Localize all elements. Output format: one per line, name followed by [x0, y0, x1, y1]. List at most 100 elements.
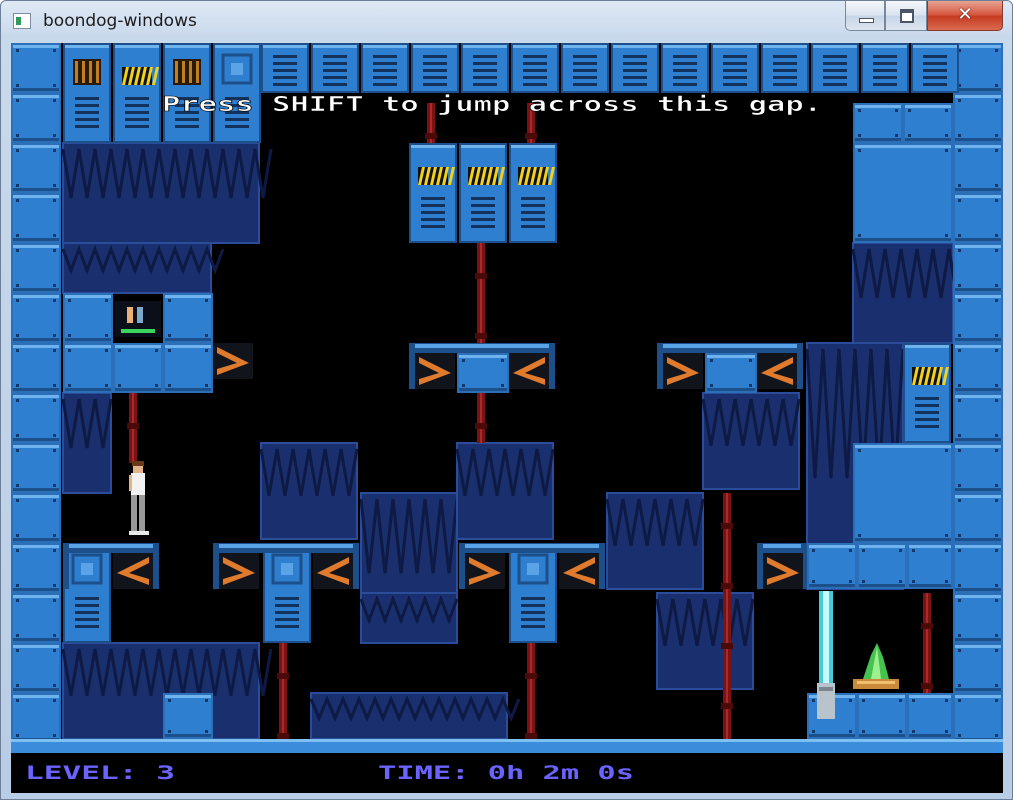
game-level: Press SHIFT to jump across this gap. LEV…	[11, 43, 1003, 793]
left-wall-plate	[11, 193, 61, 243]
left-wall-plate	[11, 443, 61, 493]
metal-plate	[853, 103, 903, 143]
ceiling-vent	[361, 43, 409, 93]
left-wall-plate	[11, 43, 61, 93]
dark-panel	[61, 242, 225, 294]
orange-bracket	[757, 353, 797, 389]
metal-plate	[907, 543, 953, 589]
metal-plate	[63, 343, 113, 393]
game-viewport[interactable]: Press SHIFT to jump across this gap. LEV…	[11, 43, 1003, 793]
orange-bracket	[219, 553, 259, 589]
metal-plate	[807, 543, 857, 589]
dark-panel	[309, 692, 521, 740]
left-wall-plate	[11, 293, 61, 343]
close-icon: ✕	[957, 4, 973, 25]
laser-emitter	[817, 591, 835, 719]
ceiling-vent	[811, 43, 859, 93]
right-wall-plate	[953, 43, 1003, 93]
right-wall-plate	[953, 693, 1003, 743]
ceiling-vent	[861, 43, 909, 93]
ceiling-vent	[761, 43, 809, 93]
orange-bracket	[559, 553, 599, 589]
right-wall-plate	[953, 93, 1003, 143]
dark-panel	[455, 442, 555, 540]
dark-panel	[701, 392, 801, 490]
ceiling-vent	[461, 43, 509, 93]
left-wall-plate	[11, 393, 61, 443]
orange-bracket	[465, 553, 505, 589]
left-wall-plate	[11, 493, 61, 543]
left-wall-plate	[11, 643, 61, 693]
right-wall-plate	[953, 143, 1003, 193]
metal-plate	[163, 693, 213, 739]
metal-plate	[857, 693, 907, 739]
title-bar[interactable]: boondog-windows ✕	[1, 1, 1012, 43]
left-wall-plate	[11, 593, 61, 643]
right-wall-plate	[953, 193, 1003, 243]
right-wall-plate	[953, 643, 1003, 693]
metal-plate	[705, 353, 757, 393]
wall-locker	[509, 143, 557, 243]
orange-bracket	[415, 353, 455, 389]
wall-locker	[409, 143, 457, 243]
ceiling-vent	[511, 43, 559, 93]
time-indicator: TIME: 0h 2m 0s	[378, 762, 634, 784]
maximize-button[interactable]	[885, 1, 927, 31]
orange-bracket	[509, 353, 549, 389]
close-button[interactable]: ✕	[927, 1, 1003, 31]
left-wall-plate	[11, 693, 61, 743]
wall-locker	[113, 43, 161, 143]
ceiling-vent	[311, 43, 359, 93]
large-plate	[853, 443, 953, 543]
metal-plate	[903, 103, 953, 143]
dark-panel	[61, 142, 273, 244]
floor-strip-highlight	[11, 739, 1003, 742]
orange-bracket	[763, 553, 803, 589]
minimize-button[interactable]	[845, 1, 885, 31]
dark-panel	[851, 242, 967, 344]
right-wall-plate	[953, 243, 1003, 293]
right-wall-plate	[953, 293, 1003, 343]
metal-plate	[163, 343, 213, 393]
right-wall-plate	[953, 443, 1003, 493]
dark-panel	[655, 592, 755, 690]
orange-bracket	[663, 353, 703, 389]
orange-bracket	[313, 553, 353, 589]
ceiling-vent	[411, 43, 459, 93]
metal-plate	[63, 293, 113, 343]
right-wall-plate	[953, 493, 1003, 543]
orange-bracket	[213, 343, 253, 379]
ceiling-vent	[611, 43, 659, 93]
app-icon	[13, 13, 31, 29]
right-wall-plate	[953, 543, 1003, 593]
ceiling-vent	[911, 43, 959, 93]
metal-plate	[907, 693, 953, 739]
left-wall-plate	[11, 93, 61, 143]
wall-locker	[63, 43, 111, 143]
wall-locker	[903, 343, 951, 443]
metal-plate	[113, 343, 163, 393]
orange-bracket	[113, 553, 153, 589]
wall-locker	[63, 543, 111, 643]
metal-plate	[163, 293, 213, 343]
door-switch	[115, 301, 161, 337]
dark-panel	[259, 442, 359, 540]
level-indicator: LEVEL: 3	[25, 762, 175, 784]
ceiling-vent	[711, 43, 759, 93]
app-window: boondog-windows ✕ Press SHIFT to jump ac…	[0, 0, 1013, 800]
large-plate	[853, 143, 953, 243]
wall-locker	[459, 143, 507, 243]
dark-panel	[359, 592, 459, 644]
metal-plate	[857, 543, 907, 589]
dark-panel	[605, 492, 705, 590]
wall-locker	[263, 543, 311, 643]
left-wall-plate	[11, 343, 61, 393]
left-wall-plate	[11, 143, 61, 193]
right-wall-plate	[953, 593, 1003, 643]
ceiling-vent	[661, 43, 709, 93]
wall-locker	[509, 543, 557, 643]
metal-plate	[457, 353, 509, 393]
left-wall-plate	[11, 543, 61, 593]
right-wall-plate	[953, 343, 1003, 393]
left-wall-plate	[11, 243, 61, 293]
